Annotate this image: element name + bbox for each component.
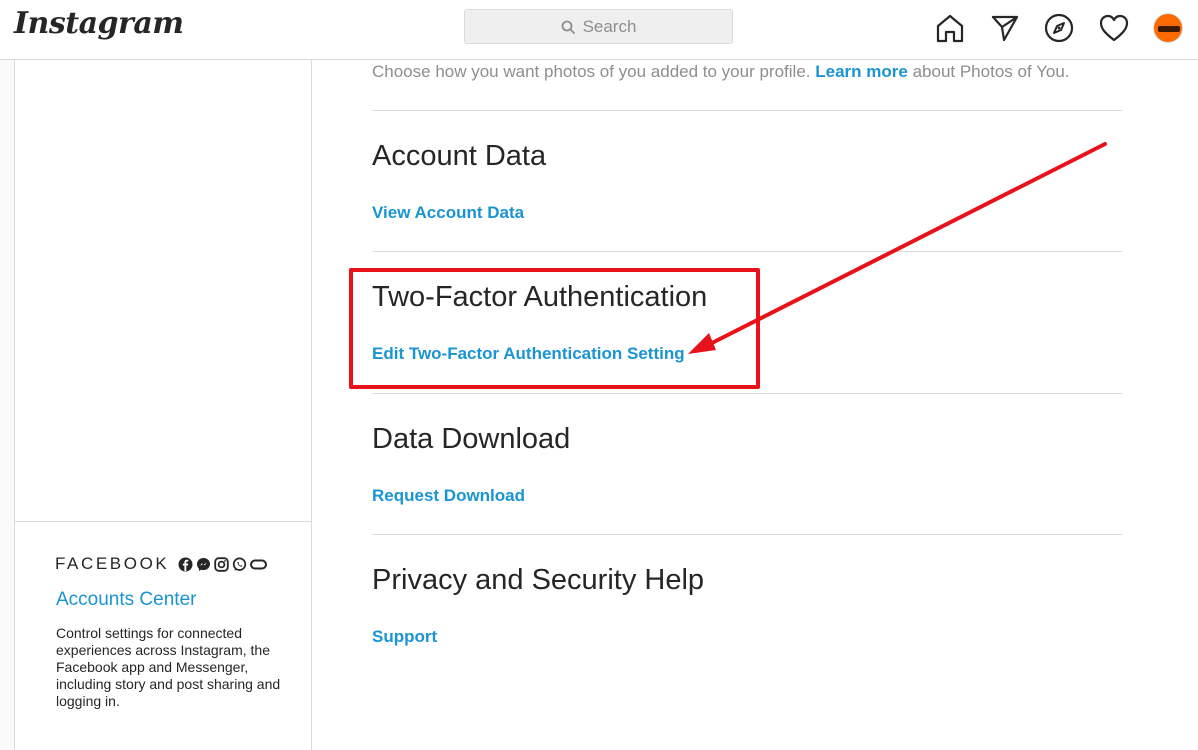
data-download-title: Data Download bbox=[372, 423, 571, 455]
support-link[interactable]: Support bbox=[372, 627, 437, 647]
request-download-link[interactable]: Request Download bbox=[372, 486, 525, 506]
instagram-icon bbox=[214, 556, 230, 572]
account-data-title: Account Data bbox=[372, 140, 547, 172]
photos-of-you-description: Choose how you want photos of you added … bbox=[372, 62, 1132, 82]
section-divider bbox=[372, 393, 1122, 394]
facebook-app-icons bbox=[175, 556, 268, 572]
oculus-icon bbox=[250, 557, 268, 572]
accounts-center-description: Control settings for connected experienc… bbox=[56, 625, 281, 709]
learn-more-link[interactable]: Learn more bbox=[815, 62, 908, 81]
section-divider bbox=[372, 534, 1122, 535]
annotation-highlight-box bbox=[349, 268, 760, 389]
settings-sidebar: FACEBOOK Accounts Center Control setting… bbox=[15, 60, 312, 750]
activity-heart-icon[interactable] bbox=[1096, 10, 1132, 46]
facebook-icon bbox=[178, 557, 193, 572]
sidebar-divider bbox=[15, 521, 311, 522]
settings-panel: FACEBOOK Accounts Center Control setting… bbox=[14, 60, 1198, 750]
privacy-security-help-title: Privacy and Security Help bbox=[372, 564, 705, 596]
facebook-brand: FACEBOOK bbox=[55, 554, 268, 574]
facebook-wordmark: FACEBOOK bbox=[55, 554, 170, 573]
profile-avatar[interactable] bbox=[1153, 13, 1183, 43]
section-divider bbox=[372, 110, 1122, 111]
instagram-logo[interactable]: Instagram bbox=[14, 6, 184, 41]
direct-messages-icon[interactable] bbox=[987, 10, 1023, 46]
explore-icon[interactable] bbox=[1041, 10, 1077, 46]
home-icon[interactable] bbox=[932, 10, 968, 46]
messenger-icon bbox=[196, 557, 211, 572]
intro-suffix: about Photos of You. bbox=[912, 62, 1070, 81]
avatar-image-detail bbox=[1158, 26, 1180, 32]
whatsapp-icon bbox=[232, 557, 247, 572]
section-divider bbox=[372, 251, 1122, 252]
view-account-data-link[interactable]: View Account Data bbox=[372, 203, 524, 223]
accounts-center-link[interactable]: Accounts Center bbox=[56, 589, 196, 611]
intro-text: Choose how you want photos of you added … bbox=[372, 62, 811, 81]
search-placeholder: Search bbox=[582, 16, 637, 36]
search-input[interactable]: Search bbox=[464, 9, 733, 44]
search-icon bbox=[561, 20, 575, 34]
top-navigation-bar: Instagram Search bbox=[0, 0, 1198, 60]
